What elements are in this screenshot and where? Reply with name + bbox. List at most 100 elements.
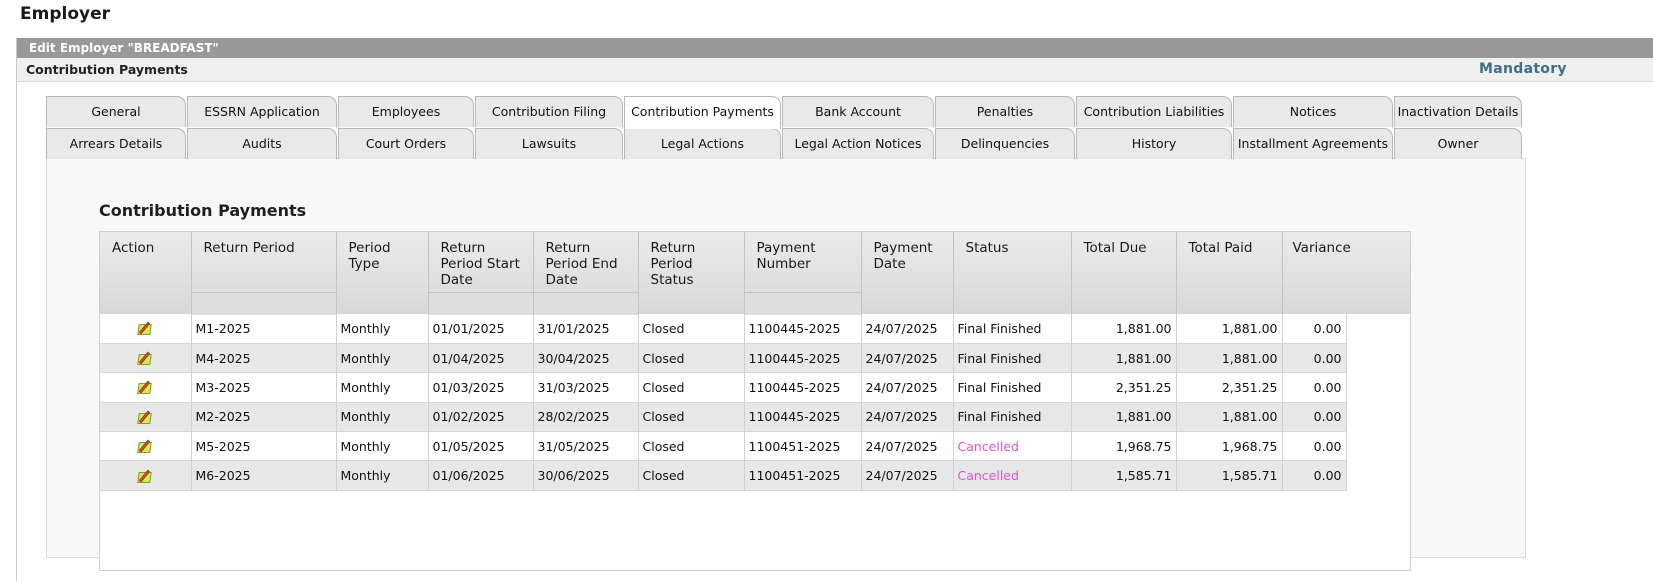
variance-cell: 0.00: [1282, 372, 1347, 403]
variance-cell: 0.00: [1282, 431, 1347, 462]
col-header-action[interactable]: Action: [100, 232, 192, 314]
period-type-cell: Monthly: [336, 372, 429, 403]
status-cell: Cancelled: [953, 431, 1072, 462]
total-due-cell: 1,881.00: [1071, 343, 1177, 374]
tab-general[interactable]: General: [46, 96, 186, 127]
variance-cell: 0.00: [1282, 460, 1347, 491]
return-period-cell: M6-2025: [191, 460, 337, 491]
action-cell[interactable]: [100, 343, 192, 374]
edit-icon[interactable]: [136, 351, 154, 366]
tab-legal-actions[interactable]: Legal Actions: [624, 128, 781, 159]
sub-header: Contribution Payments Mandatory: [17, 58, 1653, 82]
contribution-payments-grid: Action Return Period Period Type Return …: [99, 231, 1411, 571]
col-header-start-date[interactable]: Return Period Start Date: [428, 232, 534, 315]
end-date-cell: 31/01/2025: [533, 314, 639, 344]
payments-table: Action Return Period Period Type Return …: [100, 232, 1351, 491]
start-date-cell: 01/05/2025: [428, 431, 534, 462]
table-row: M1-2025 Monthly 01/01/2025 31/01/2025 Cl…: [100, 314, 1347, 344]
period-type-cell: Monthly: [336, 402, 429, 433]
payment-number-cell: 1100445-2025: [744, 314, 862, 344]
tab-owner[interactable]: Owner: [1394, 128, 1522, 159]
period-type-cell: Monthly: [336, 314, 429, 344]
period-type-cell: Monthly: [336, 343, 429, 374]
col-header-status[interactable]: Status: [953, 232, 1072, 314]
period-type-cell: Monthly: [336, 460, 429, 491]
tab-history[interactable]: History: [1076, 128, 1232, 159]
col-header-total-due[interactable]: Total Due: [1071, 232, 1177, 314]
tab-penalties[interactable]: Penalties: [935, 96, 1075, 127]
total-paid-cell: 1,968.75: [1176, 431, 1283, 462]
start-date-cell: 01/06/2025: [428, 460, 534, 491]
payment-date-cell: 24/07/2025: [861, 402, 954, 433]
col-header-rp-status[interactable]: Return Period Status: [638, 232, 745, 314]
action-cell[interactable]: [100, 431, 192, 462]
payment-number-cell: 1100445-2025: [744, 343, 862, 374]
payment-date-cell: 24/07/2025: [861, 343, 954, 374]
tab-bank-account[interactable]: Bank Account: [782, 96, 934, 127]
return-period-cell: M2-2025: [191, 402, 337, 433]
variance-cell: 0.00: [1282, 343, 1347, 374]
tab-court-orders[interactable]: Court Orders: [338, 128, 474, 159]
tab-delinquencies[interactable]: Delinquencies: [935, 128, 1075, 159]
total-paid-cell: 1,881.00: [1176, 402, 1283, 433]
payment-number-cell: 1100445-2025: [744, 402, 862, 433]
rp-status-cell: Closed: [638, 431, 745, 462]
tab-lawsuits[interactable]: Lawsuits: [475, 128, 623, 159]
edit-icon[interactable]: [136, 439, 154, 454]
action-cell[interactable]: [100, 314, 192, 344]
action-cell[interactable]: [100, 460, 192, 491]
mandatory-link[interactable]: Mandatory: [1479, 61, 1567, 77]
edit-icon[interactable]: [136, 469, 154, 484]
tab-legal-action-notices[interactable]: Legal Action Notices: [782, 128, 934, 159]
tab-essrn-application[interactable]: ESSRN Application: [187, 96, 337, 127]
variance-cell: 0.00: [1282, 314, 1347, 344]
edit-icon[interactable]: [136, 380, 154, 395]
page-title: Employer: [20, 4, 110, 24]
edit-icon[interactable]: [136, 410, 154, 425]
tab-inactivation-details[interactable]: Inactivation Details: [1394, 96, 1522, 127]
tab-contribution-payments[interactable]: Contribution Payments: [624, 96, 781, 129]
section-title: Contribution Payments: [99, 201, 307, 220]
return-period-cell: M4-2025: [191, 343, 337, 374]
end-date-cell: 28/02/2025: [533, 402, 639, 433]
status-cell: Final Finished: [953, 343, 1072, 374]
payment-number-cell: 1100451-2025: [744, 460, 862, 491]
col-header-end-date[interactable]: Return Period End Date: [533, 232, 639, 315]
col-header-period-type[interactable]: Period Type: [336, 232, 429, 314]
return-period-cell: M1-2025: [191, 314, 337, 344]
tab-arrears-details[interactable]: Arrears Details: [46, 128, 186, 159]
rp-status-cell: Closed: [638, 402, 745, 433]
status-cell: Final Finished: [953, 402, 1072, 433]
payment-date-cell: 24/07/2025: [861, 460, 954, 491]
tab-installment-agreements[interactable]: Installment Agreements: [1233, 128, 1393, 159]
total-due-cell: 1,968.75: [1071, 431, 1177, 462]
col-header-payment-date[interactable]: Payment Date: [861, 232, 954, 314]
variance-cell: 0.00: [1282, 402, 1347, 433]
action-cell[interactable]: [100, 372, 192, 403]
total-due-cell: 2,351.25: [1071, 372, 1177, 403]
tab-contribution-liabilities[interactable]: Contribution Liabilities: [1076, 96, 1232, 127]
edit-icon[interactable]: [136, 321, 154, 336]
total-paid-cell: 1,585.71: [1176, 460, 1283, 491]
payment-date-cell: 24/07/2025: [861, 372, 954, 403]
tab-employees[interactable]: Employees: [338, 96, 474, 127]
total-due-cell: 1,881.00: [1071, 402, 1177, 433]
status-cell: Cancelled: [953, 460, 1072, 491]
start-date-cell: 01/02/2025: [428, 402, 534, 433]
tab-notices[interactable]: Notices: [1233, 96, 1393, 127]
col-header-payment-number[interactable]: Payment Number: [744, 232, 862, 315]
tab-audits[interactable]: Audits: [187, 128, 337, 159]
col-header-variance[interactable]: Variance: [1282, 232, 1351, 314]
sub-title: Contribution Payments: [26, 62, 188, 77]
tab-contribution-filing[interactable]: Contribution Filing: [475, 96, 623, 127]
total-paid-cell: 2,351.25: [1176, 372, 1283, 403]
table-row: M2-2025 Monthly 01/02/2025 28/02/2025 Cl…: [100, 402, 1347, 433]
total-due-cell: 1,881.00: [1071, 314, 1177, 344]
total-paid-cell: 1,881.00: [1176, 314, 1283, 344]
col-header-return-period[interactable]: Return Period: [191, 232, 337, 315]
col-header-total-paid[interactable]: Total Paid: [1176, 232, 1283, 314]
action-cell[interactable]: [100, 402, 192, 433]
status-cell: Final Finished: [953, 372, 1072, 403]
period-type-cell: Monthly: [336, 431, 429, 462]
tab-row-1: General ESSRN Application Employees Cont…: [46, 96, 1526, 129]
